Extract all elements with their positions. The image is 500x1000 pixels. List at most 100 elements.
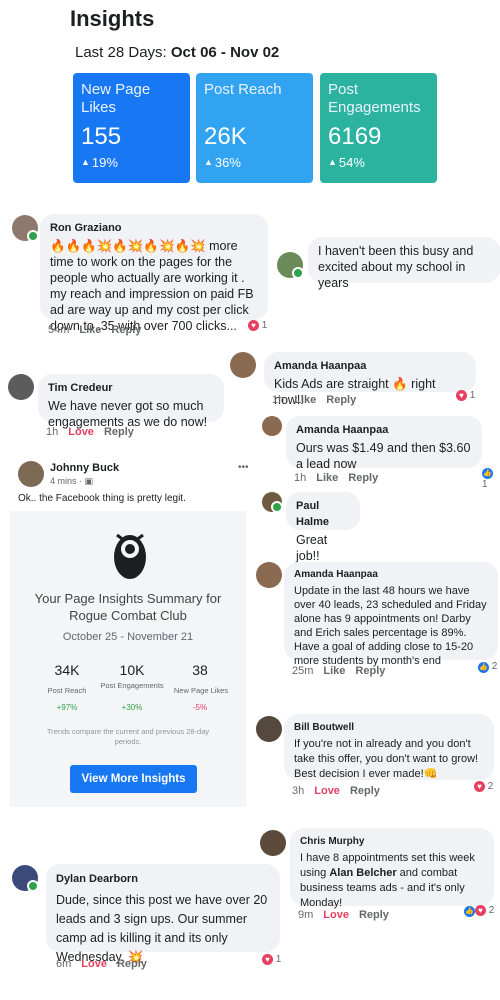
comment-time: 54m <box>48 324 70 336</box>
heart-icon: ♥ <box>456 390 467 401</box>
avatar[interactable] <box>8 374 34 400</box>
heart-icon: ♥ <box>474 781 485 792</box>
summary-title: Your Page Insights Summary for Rogue Com… <box>34 591 222 623</box>
comment-text: Great job!! <box>296 533 328 563</box>
comment-text: Update in the last 48 hours we have over… <box>294 585 487 667</box>
comment-bubble: Bill Boutwell If you're not in already a… <box>284 714 494 780</box>
comment-author[interactable]: Amanda Haanpaa <box>294 568 488 582</box>
comment-bubble: I haven't been this busy and excited abo… <box>308 237 500 290</box>
tile-label: Post Reach <box>204 81 282 98</box>
comment-author[interactable]: Tim Credeur <box>48 380 214 396</box>
reply-button[interactable]: Reply <box>348 472 378 484</box>
avatar[interactable] <box>12 865 39 892</box>
reaction-count[interactable]: ♥ 2 <box>474 781 493 792</box>
love-button[interactable]: Love <box>81 958 107 970</box>
globe-icon: ▣ <box>84 476 94 486</box>
reply-button[interactable]: Reply <box>355 665 385 677</box>
reaction-count[interactable]: ♥ 1 <box>248 320 267 331</box>
comment-author[interactable]: Paul Halme <box>296 498 350 530</box>
tile-label: Post Engagements <box>328 81 421 116</box>
comment-bubble: Dylan Dearborn Dude, since this post we … <box>46 864 280 964</box>
comment-author[interactable]: Amanda Haanpaa <box>274 358 466 374</box>
like-button[interactable]: Like <box>79 324 101 336</box>
avatar[interactable] <box>262 492 283 513</box>
like-button[interactable]: Like <box>294 394 316 406</box>
stat-value: 34K <box>54 662 80 678</box>
love-button[interactable]: Love <box>323 909 349 921</box>
tile-value: 26K <box>204 123 247 150</box>
up-arrow-icon: ▲ <box>204 157 213 167</box>
tile-post-engagements[interactable]: Post Engagements 6169 ▲ 54% <box>320 73 437 183</box>
view-more-insights-button[interactable]: View More Insights <box>70 765 197 793</box>
tile-change: ▲ 19% <box>81 155 118 170</box>
avatar[interactable] <box>230 352 256 378</box>
comment-bubble: Amanda Haanpaa Kids Ads are straight 🔥 r… <box>264 352 476 407</box>
insights-title: Insights <box>70 6 155 31</box>
comment-actions: 3h Love Reply <box>292 785 380 797</box>
tile-post-reach[interactable]: Post Reach 26K ▲ 36% <box>196 73 313 183</box>
reaction-count[interactable]: 👍 ♥ 2 <box>464 905 494 917</box>
comment-actions: 25m Like Reply <box>292 665 386 677</box>
up-arrow-icon: ▲ <box>328 157 337 167</box>
love-button[interactable]: Love <box>314 785 340 797</box>
avatar[interactable] <box>12 215 39 242</box>
comment-author[interactable]: Ron Graziano <box>50 220 258 236</box>
comment-bubble: Tim Credeur We have never got so much en… <box>38 374 224 429</box>
avatar[interactable] <box>256 716 282 742</box>
comment-text: I haven't been this busy and excited abo… <box>318 244 474 290</box>
stat-label: Post Reach <box>47 686 87 695</box>
trend-note: Trends compare the current and previous … <box>46 727 210 746</box>
post-author[interactable]: Johnny Buck <box>50 462 119 474</box>
comment-text: Best decision I ever made!👊 <box>294 768 438 780</box>
comment-actions: 6m Love Reply <box>56 958 147 970</box>
comment-author[interactable]: Chris Murphy <box>300 834 484 849</box>
reply-button[interactable]: Reply <box>350 785 380 797</box>
date-range-value: Oct 06 - Nov 02 <box>170 44 280 61</box>
avatar[interactable] <box>262 416 282 436</box>
thumbs-up-icon: 👍 <box>482 468 493 479</box>
post-text: Ok.. the Facebook thing is pretty legit. <box>18 493 186 504</box>
stat-value: 10K <box>119 662 145 678</box>
reaction-count[interactable]: ♥ 1 <box>456 390 475 401</box>
reply-button[interactable]: Reply <box>104 426 134 438</box>
stat-label: Post Engagements <box>100 681 164 690</box>
heart-icon: ♥ <box>248 320 259 331</box>
love-button[interactable]: Love <box>68 426 94 438</box>
like-button[interactable]: Like <box>316 472 338 484</box>
reaction-count[interactable]: 👍 2 <box>478 661 497 673</box>
reply-button[interactable]: Reply <box>326 394 356 406</box>
comment-author[interactable]: Amanda Haanpaa <box>296 422 472 438</box>
reply-button[interactable]: Reply <box>111 324 141 336</box>
thumbs-up-icon: 👍 <box>464 906 475 917</box>
comment-author[interactable]: Bill Boutwell <box>294 720 484 735</box>
thumbs-up-icon: 👍 <box>478 662 489 673</box>
rogue-combat-logo <box>114 533 146 579</box>
stat-label: New Page Likes <box>173 686 229 695</box>
comment-bubble: Chris Murphy I have 8 appointments set t… <box>290 828 494 909</box>
reply-button[interactable]: Reply <box>117 958 147 970</box>
avatar[interactable] <box>18 461 44 487</box>
comment-text: I have 8 appointments set this week usin… <box>300 852 475 909</box>
comment-bubble: Ron Graziano 🔥🔥🔥💥🔥💥🔥💥🔥💥 more time to wor… <box>40 214 268 333</box>
tile-new-page-likes[interactable]: New Page Likes 155 ▲ 19% <box>73 73 190 183</box>
stat-value: 38 <box>192 662 208 678</box>
like-button[interactable]: Like <box>323 665 345 677</box>
comment-actions: 54m Like Reply <box>48 324 151 336</box>
date-range: Last 28 Days: Oct 06 - Nov 02 <box>75 44 280 61</box>
comment-bubble: Amanda Haanpaa Ours was $1.49 and then $… <box>286 416 482 471</box>
comment-author[interactable]: Dylan Dearborn <box>56 870 270 889</box>
comment-actions: 9m Love Reply <box>298 909 389 921</box>
more-options-icon[interactable]: ••• <box>238 462 249 473</box>
comment-actions: 1h Love Reply <box>46 426 134 438</box>
reaction-count[interactable]: ♥ 1 <box>262 954 281 965</box>
heart-icon: ♥ <box>475 905 486 916</box>
avatar[interactable] <box>277 252 304 279</box>
avatar[interactable] <box>260 830 286 856</box>
tile-value: 155 <box>81 123 122 150</box>
avatar[interactable] <box>256 562 282 588</box>
stat-change: -5% <box>192 703 208 712</box>
summary-dates: October 25 - November 21 <box>62 631 194 643</box>
reaction-count[interactable]: 👍 1 <box>482 467 500 490</box>
reply-button[interactable]: Reply <box>359 909 389 921</box>
comment-text: Dude, since this post we have over 20 le… <box>56 893 268 964</box>
